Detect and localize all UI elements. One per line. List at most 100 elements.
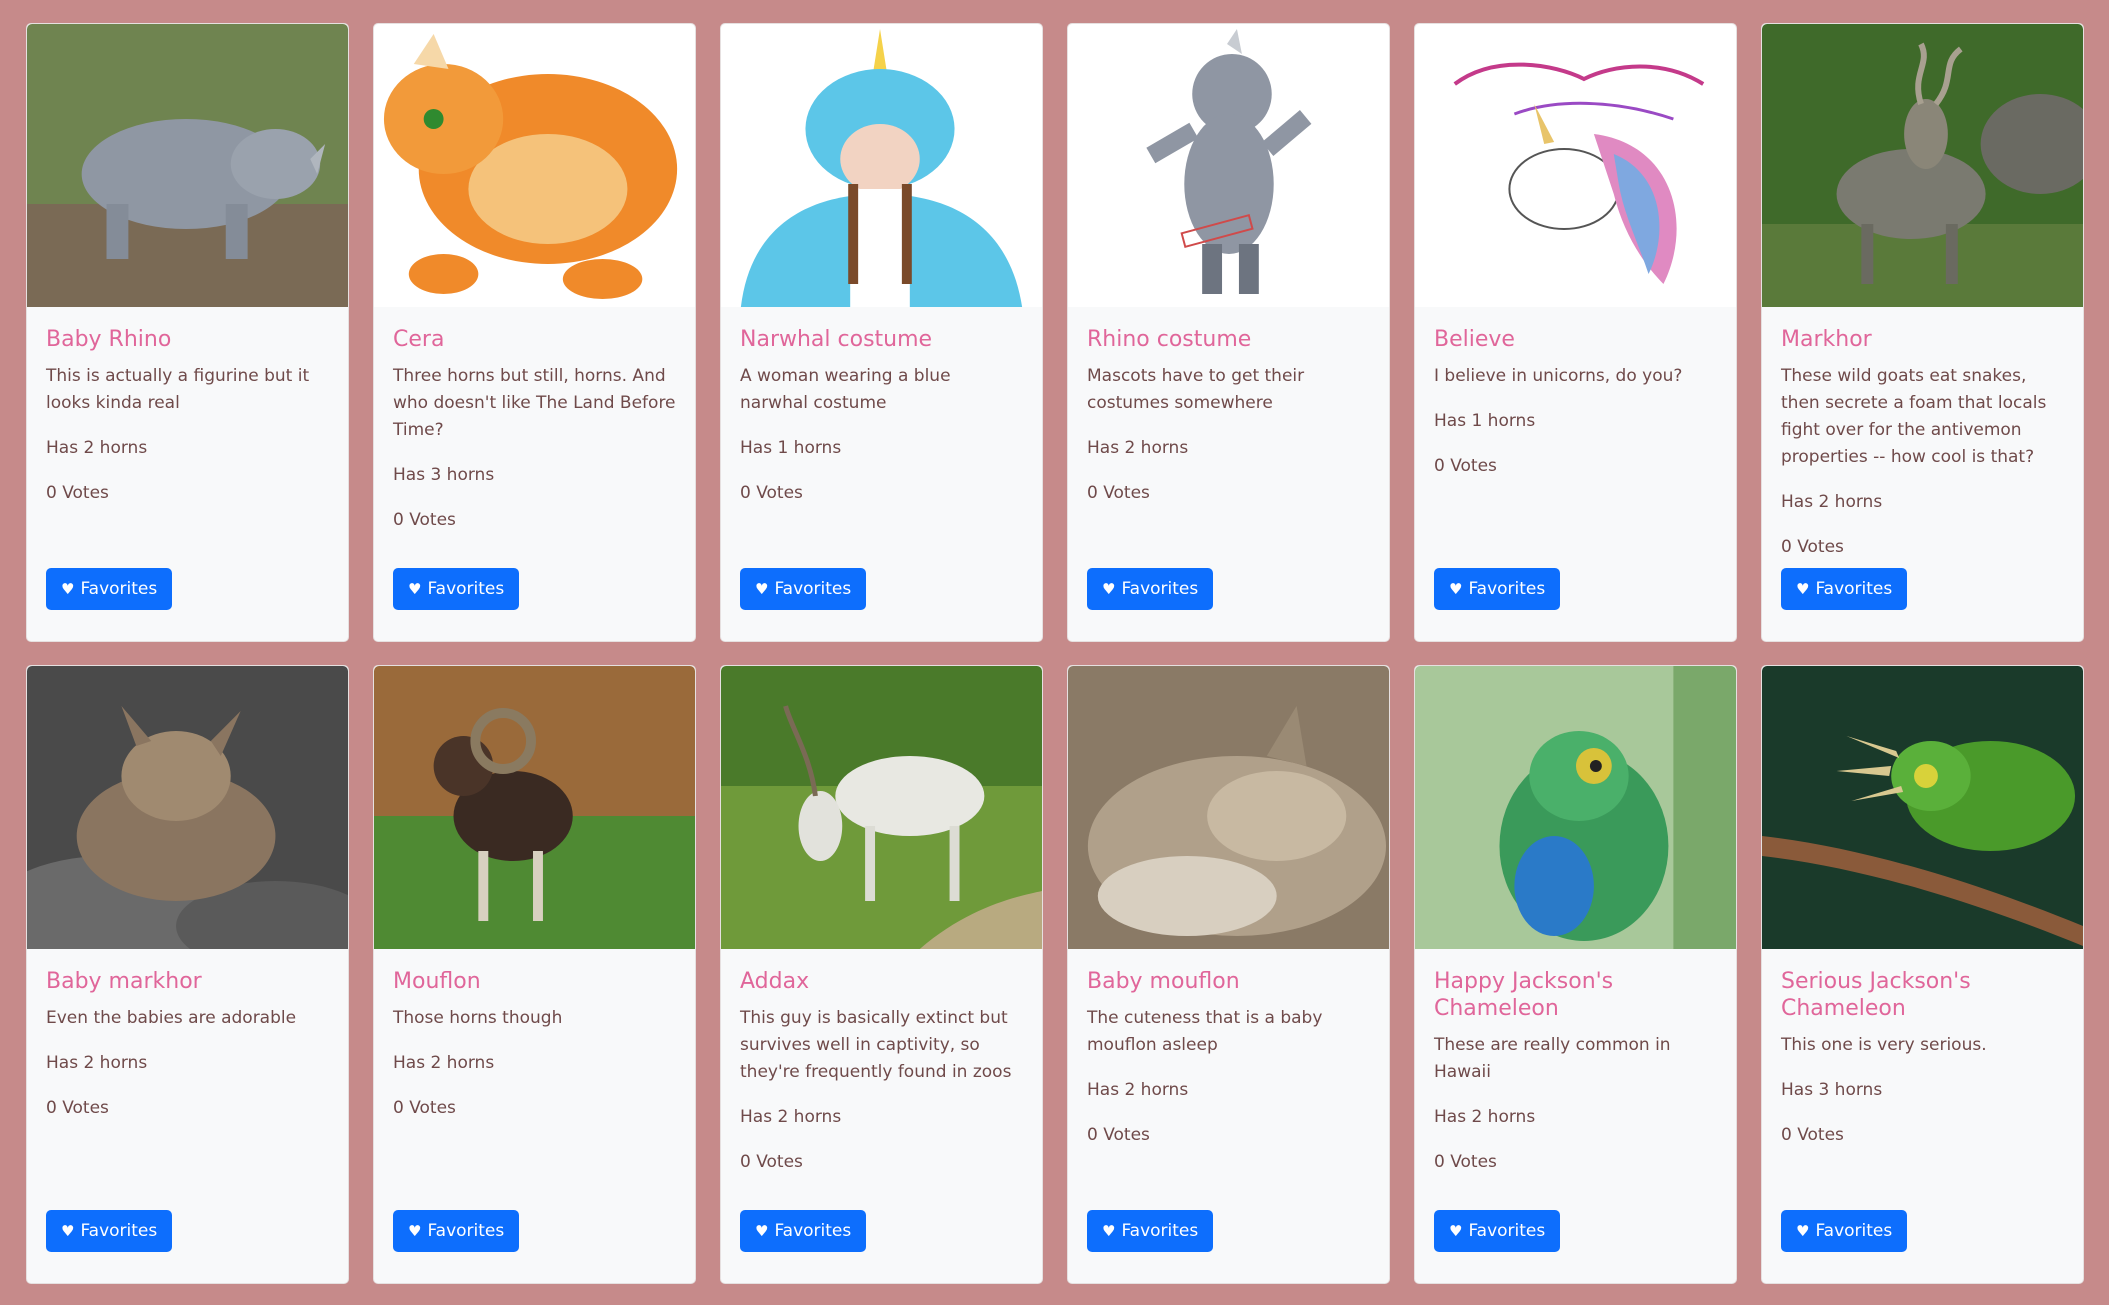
favorites-label: Favorites	[1815, 1221, 1893, 1241]
card-image	[1415, 666, 1736, 949]
card-votes: 0 Votes	[393, 1098, 456, 1118]
card-baby-mouflon: Baby mouflon The cuteness that is a baby…	[1067, 665, 1390, 1284]
heart-icon: ♥	[755, 1221, 769, 1240]
favorites-button[interactable]: ♥ Favorites	[1434, 1210, 1561, 1252]
favorites-label: Favorites	[427, 1221, 505, 1241]
card-title: Mouflon	[393, 969, 481, 994]
card-description: A woman wearing a blue narwhal costume	[740, 366, 951, 413]
favorites-button[interactable]: ♥ Favorites	[46, 568, 173, 610]
card-image	[374, 24, 695, 307]
card-votes: 0 Votes	[46, 1098, 109, 1118]
card-image	[721, 24, 1042, 307]
card-title: Baby mouflon	[1087, 969, 1240, 994]
favorites-button[interactable]: ♥ Favorites	[1087, 568, 1214, 610]
card-title: Serious Jackson's Chameleon	[1781, 969, 1971, 1021]
card-grid: Baby Rhino This is actually a figurine b…	[26, 23, 2084, 1284]
card-description: The cuteness that is a baby mouflon asle…	[1087, 1008, 1323, 1055]
card-cera: Cera Three horns but still, horns. And w…	[373, 23, 696, 642]
card-horns: Has 2 horns	[1434, 1107, 1536, 1127]
card-baby-rhino: Baby Rhino This is actually a figurine b…	[26, 23, 349, 642]
favorites-label: Favorites	[1468, 1221, 1546, 1241]
card-horns: Has 2 horns	[393, 1053, 495, 1073]
heart-icon: ♥	[1102, 579, 1116, 598]
heart-icon: ♥	[1449, 579, 1463, 598]
favorites-label: Favorites	[1468, 579, 1546, 599]
favorites-button[interactable]: ♥ Favorites	[1781, 1210, 1908, 1252]
card-votes: 0 Votes	[1781, 537, 1844, 557]
favorites-button[interactable]: ♥ Favorites	[46, 1210, 173, 1252]
card-title: Cera	[393, 327, 445, 352]
heart-icon: ♥	[1796, 579, 1810, 598]
card-horns: Has 3 horns	[1781, 1080, 1883, 1100]
card-horns: Has 2 horns	[46, 1053, 148, 1073]
card-believe: Believe I believe in unicorns, do you? H…	[1414, 23, 1737, 642]
favorites-button[interactable]: ♥ Favorites	[393, 1210, 520, 1252]
card-horns: Has 2 horns	[1087, 1080, 1189, 1100]
card-description: This guy is basically extinct but surviv…	[740, 1008, 1012, 1082]
card-description: Three horns but still, horns. And who do…	[393, 366, 676, 440]
favorites-button[interactable]: ♥ Favorites	[1781, 568, 1908, 610]
card-image	[1762, 666, 2083, 949]
card-rhino-costume: Rhino costume Mascots have to get their …	[1067, 23, 1390, 642]
card-title: Markhor	[1781, 327, 1872, 352]
card-description: I believe in unicorns, do you?	[1434, 366, 1683, 386]
card-description: Mascots have to get their costumes somew…	[1087, 366, 1305, 413]
card-horns: Has 1 horns	[740, 438, 842, 458]
card-title: Baby Rhino	[46, 327, 172, 352]
favorites-label: Favorites	[1815, 579, 1893, 599]
favorites-label: Favorites	[1121, 1221, 1199, 1241]
card-votes: 0 Votes	[740, 483, 803, 503]
favorites-button[interactable]: ♥ Favorites	[1434, 568, 1561, 610]
heart-icon: ♥	[408, 1221, 422, 1240]
card-votes: 0 Votes	[1434, 456, 1497, 476]
card-image	[27, 666, 348, 949]
card-title: Happy Jackson's Chameleon	[1434, 969, 1614, 1021]
card-image	[27, 24, 348, 307]
favorites-button[interactable]: ♥ Favorites	[1087, 1210, 1214, 1252]
card-image	[1068, 666, 1389, 949]
card-horns: Has 2 horns	[1781, 492, 1883, 512]
card-image	[1415, 24, 1736, 307]
card-votes: 0 Votes	[1087, 1125, 1150, 1145]
card-image	[1762, 24, 2083, 307]
card-baby-markhor: Baby markhor Even the babies are adorabl…	[26, 665, 349, 1284]
card-votes: 0 Votes	[46, 483, 109, 503]
card-horns: Has 2 horns	[46, 438, 148, 458]
favorites-button[interactable]: ♥ Favorites	[740, 1210, 867, 1252]
card-image	[374, 666, 695, 949]
favorites-label: Favorites	[774, 579, 852, 599]
favorites-label: Favorites	[427, 579, 505, 599]
card-title: Narwhal costume	[740, 327, 933, 352]
favorites-label: Favorites	[774, 1221, 852, 1241]
heart-icon: ♥	[1102, 1221, 1116, 1240]
card-votes: 0 Votes	[1087, 483, 1150, 503]
card-image	[721, 666, 1042, 949]
card-votes: 0 Votes	[393, 510, 456, 530]
card-votes: 0 Votes	[1434, 1152, 1497, 1172]
card-addax: Addax This guy is basically extinct but …	[720, 665, 1043, 1284]
favorites-label: Favorites	[80, 579, 158, 599]
card-title: Baby markhor	[46, 969, 202, 994]
heart-icon: ♥	[1796, 1221, 1810, 1240]
heart-icon: ♥	[1449, 1221, 1463, 1240]
heart-icon: ♥	[755, 579, 769, 598]
favorites-button[interactable]: ♥ Favorites	[740, 568, 867, 610]
card-title: Addax	[740, 969, 810, 994]
card-horns: Has 1 horns	[1434, 411, 1536, 431]
card-happy-jacksons-chameleon: Happy Jackson's Chameleon These are real…	[1414, 665, 1737, 1284]
card-description: Even the babies are adorable	[46, 1008, 297, 1028]
card-votes: 0 Votes	[740, 1152, 803, 1172]
card-mouflon: Mouflon Those horns though Has 2 horns 0…	[373, 665, 696, 1284]
favorites-button[interactable]: ♥ Favorites	[393, 568, 520, 610]
card-horns: Has 2 horns	[1087, 438, 1189, 458]
favorites-label: Favorites	[1121, 579, 1199, 599]
card-markhor: Markhor These wild goats eat snakes, the…	[1761, 23, 2084, 642]
card-horns: Has 3 horns	[393, 465, 495, 485]
heart-icon: ♥	[61, 1221, 75, 1240]
favorites-label: Favorites	[80, 1221, 158, 1241]
card-title: Believe	[1434, 327, 1515, 352]
card-description: These wild goats eat snakes, then secret…	[1781, 366, 2047, 467]
heart-icon: ♥	[408, 579, 422, 598]
card-horns: Has 2 horns	[740, 1107, 842, 1127]
card-narwhal-costume: Narwhal costume A woman wearing a blue n…	[720, 23, 1043, 642]
